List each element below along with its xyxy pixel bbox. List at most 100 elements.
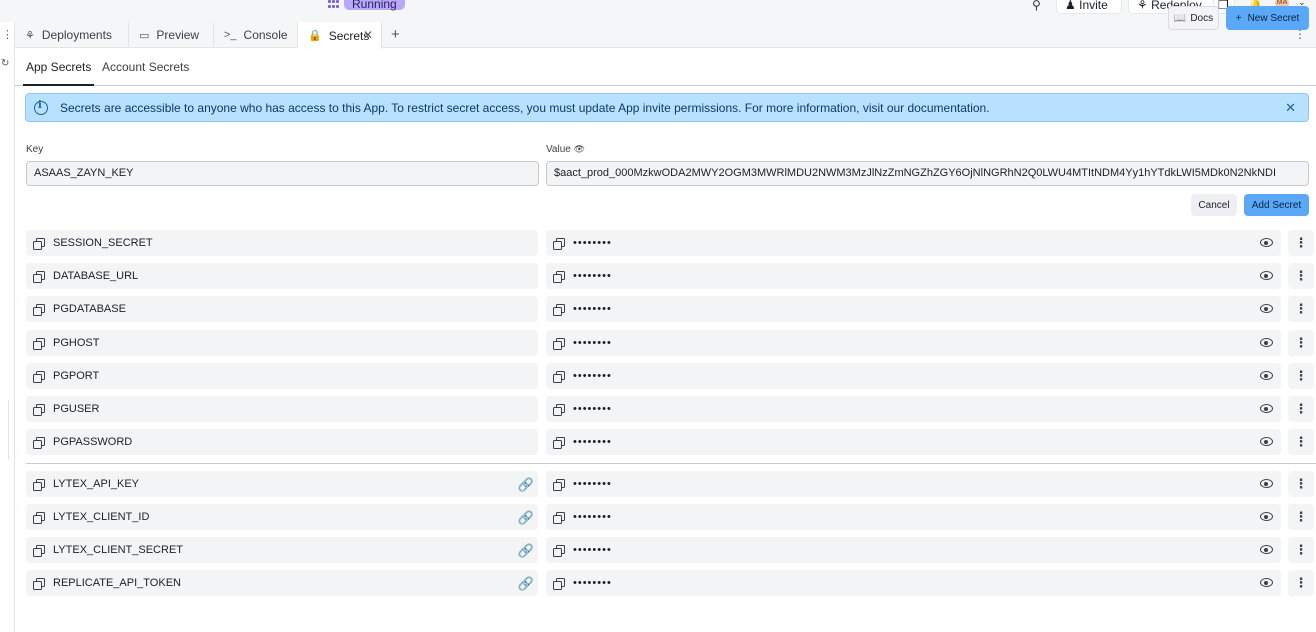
copy-icon[interactable] [552,236,566,250]
eye-icon[interactable] [1260,479,1273,488]
more-vertical-icon[interactable]: ⋮ [2,28,13,41]
row-menu-button[interactable]: ⋮ [1288,363,1314,389]
secret-key-cell: LYTEX_API_KEY 🔗 [26,471,538,497]
secret-row: LYTEX_CLIENT_SECRET 🔗 •••••••• ⋮ [26,537,1316,563]
copy-icon[interactable] [552,576,566,590]
workspace-tabs: ⚘ Deployments ▭ Preview >_ Console 🔒 Sec… [15,22,1316,49]
docs-button[interactable]: 📖 Docs [1168,6,1219,30]
copy-icon[interactable] [552,510,566,524]
secret-row: PGHOST •••••••• ⋮ [26,330,1316,356]
secret-key: LYTEX_API_KEY [53,478,140,490]
tab-preview[interactable]: ▭ Preview [129,22,214,48]
refresh-icon[interactable]: ↻ [1,58,9,69]
add-secret-button[interactable]: Add Secret [1244,194,1309,216]
tab-secrets[interactable]: 🔒 Secrets ✕ [298,22,382,49]
secret-key: PGUSER [53,403,100,415]
book-icon: 📖 [1173,12,1187,24]
row-menu-button[interactable]: ⋮ [1288,263,1314,289]
link-icon[interactable]: 🔗 [518,477,534,493]
secret-key-cell: PGPORT [26,363,538,389]
secret-value-cell: •••••••• [546,363,1281,389]
deployments-icon: ⚘ [25,29,35,42]
eye-icon[interactable] [1260,271,1273,280]
more-vertical-icon: ⋮ [1294,434,1308,449]
row-menu-button[interactable]: ⋮ [1288,504,1314,530]
row-menu-button[interactable]: ⋮ [1288,230,1314,256]
scroll-divider [8,400,9,460]
value-label: Value 👁 [546,144,586,155]
secret-key: PGPASSWORD [53,436,133,448]
eye-icon[interactable] [1260,512,1273,521]
secret-value-masked: •••••••• [573,403,612,415]
eye-icon[interactable]: 👁 [574,144,585,154]
copy-icon[interactable] [32,402,46,416]
copy-icon[interactable] [552,369,566,383]
copy-icon[interactable] [32,269,46,283]
row-menu-button[interactable]: ⋮ [1288,396,1314,422]
copy-icon[interactable] [552,402,566,416]
secret-key-cell: LYTEX_CLIENT_SECRET 🔗 [26,537,538,563]
copy-icon[interactable] [32,369,46,383]
secret-key-cell: PGPASSWORD [26,429,538,455]
copy-icon[interactable] [32,510,46,524]
close-tab-icon[interactable]: ✕ [363,28,373,42]
eye-icon[interactable] [1260,238,1273,247]
eye-icon[interactable] [1260,404,1273,413]
secret-value-cell: •••••••• [546,471,1281,497]
more-vertical-icon: ⋮ [1294,301,1308,316]
copy-icon[interactable] [552,336,566,350]
row-menu-button[interactable]: ⋮ [1288,471,1314,497]
copy-icon[interactable] [552,435,566,449]
copy-icon[interactable] [552,477,566,491]
copy-icon[interactable] [552,269,566,283]
invite-button[interactable]: ♟ Invite [1056,0,1122,14]
secret-key-cell: PGHOST [26,330,538,356]
search-icon[interactable]: ⚲ [1032,0,1041,12]
lock-icon: 🔒 [308,30,322,42]
more-vertical-icon: ⋮ [1294,235,1308,250]
documentation-link[interactable]: our documentation. [887,101,990,115]
running-status-badge[interactable]: Running [344,0,405,11]
eye-icon[interactable] [1260,545,1273,554]
copy-icon[interactable] [32,477,46,491]
copy-icon[interactable] [32,543,46,557]
copy-icon[interactable] [32,435,46,449]
copy-icon[interactable] [32,236,46,250]
secrets-subtabs: App Secrets Account Secrets [15,49,1316,86]
subtab-app-secrets[interactable]: App Secrets [22,60,95,86]
secret-value-masked: •••••••• [573,436,612,448]
value-input[interactable]: $aact_prod_000MzkwODA2MWY2OGM3MWRlMDU2NW… [546,161,1309,186]
cancel-button[interactable]: Cancel [1191,194,1237,216]
copy-icon[interactable] [32,576,46,590]
terminal-icon: >_ [224,29,237,41]
row-menu-button[interactable]: ⋮ [1288,330,1314,356]
tab-deployments[interactable]: ⚘ Deployments [15,22,129,48]
link-icon[interactable]: 🔗 [518,543,534,559]
subtab-account-secrets[interactable]: Account Secrets [102,60,189,74]
row-menu-button[interactable]: ⋮ [1288,296,1314,322]
row-menu-button[interactable]: ⋮ [1288,537,1314,563]
tab-console[interactable]: >_ Console [214,22,298,48]
eye-icon[interactable] [1260,371,1273,380]
copy-icon[interactable] [552,302,566,316]
key-input[interactable]: ASAAS_ZAYN_KEY [26,161,539,186]
secret-row: SESSION_SECRET •••••••• ⋮ [26,230,1316,256]
eye-icon[interactable] [1260,437,1273,446]
secret-row: PGPASSWORD •••••••• ⋮ [26,429,1316,455]
eye-icon[interactable] [1260,578,1273,587]
row-menu-button[interactable]: ⋮ [1288,429,1314,455]
add-tab-icon[interactable]: + [391,26,400,43]
secret-value-masked: •••••••• [573,370,612,382]
close-icon[interactable]: ✕ [1285,100,1296,116]
eye-icon[interactable] [1260,338,1273,347]
link-icon[interactable]: 🔗 [518,510,534,526]
eye-icon[interactable] [1260,304,1273,313]
copy-icon[interactable] [32,302,46,316]
secret-key: LYTEX_CLIENT_SECRET [53,544,184,556]
secret-row: DATABASE_URL •••••••• ⋮ [26,263,1316,289]
link-icon[interactable]: 🔗 [518,576,534,592]
new-secret-button[interactable]: + New Secret [1226,6,1309,30]
copy-icon[interactable] [32,336,46,350]
copy-icon[interactable] [552,543,566,557]
row-menu-button[interactable]: ⋮ [1288,570,1314,596]
